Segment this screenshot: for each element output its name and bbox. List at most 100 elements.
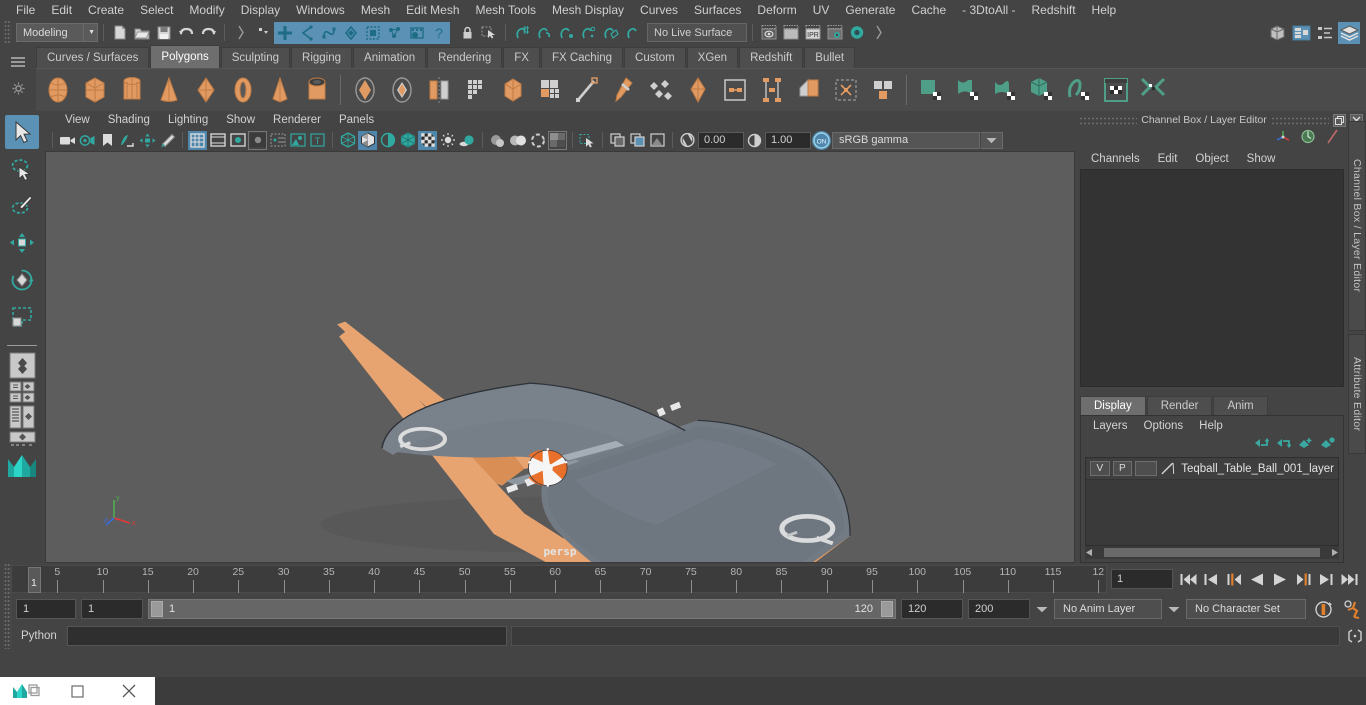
color-space-dropdown-arrow[interactable] — [981, 131, 1003, 149]
menu-item-redshift[interactable]: Redshift — [1024, 0, 1084, 20]
menu-item-curves[interactable]: Curves — [632, 0, 686, 20]
channel-box-body[interactable] — [1080, 169, 1344, 387]
single-perspective-view-icon[interactable] — [4, 352, 40, 379]
polygon-mirror-icon[interactable] — [680, 73, 715, 108]
polygon-plane-icon[interactable] — [188, 73, 223, 108]
viewport-menu-show[interactable]: Show — [217, 114, 264, 126]
polygon-smooth-icon[interactable] — [643, 73, 678, 108]
polygon-cone-icon[interactable] — [151, 73, 186, 108]
use-all-lights-icon[interactable] — [438, 131, 457, 150]
shelf-tab-rigging[interactable]: Rigging — [291, 47, 353, 68]
select-by-component-icon[interactable] — [318, 21, 340, 44]
menu-item-cache[interactable]: Cache — [903, 0, 954, 20]
save-scene-icon[interactable] — [153, 22, 175, 44]
menu-item-deform[interactable]: Deform — [749, 0, 804, 20]
attribute-editor-icon[interactable] — [1300, 129, 1316, 149]
menu-item-create[interactable]: Create — [80, 0, 132, 20]
menu-item-mesh-tools[interactable]: Mesh Tools — [468, 0, 544, 20]
select-template-icon[interactable] — [362, 21, 384, 44]
select-by-hierarchy-icon[interactable] — [274, 21, 296, 44]
hud-text-icon[interactable]: T — [308, 131, 327, 150]
select-joints-icon[interactable] — [384, 21, 406, 44]
render-sequence-icon[interactable] — [780, 22, 802, 44]
color-space-field[interactable]: sRGB gamma — [832, 131, 980, 149]
selection-mask-icon[interactable] — [478, 22, 500, 44]
polygon-cube-icon[interactable] — [77, 73, 112, 108]
snap-to-grid-icon[interactable] — [511, 22, 533, 44]
uv-sphere-icon[interactable] — [987, 73, 1022, 108]
camera-attributes-icon[interactable] — [78, 131, 97, 150]
menu-item-uv[interactable]: UV — [805, 0, 838, 20]
shelf-options-icon[interactable] — [12, 82, 25, 100]
resolution-gate-icon[interactable] — [228, 131, 247, 150]
channel-box-menu-object[interactable]: Object — [1186, 153, 1237, 165]
polygon-combine-icon[interactable] — [569, 73, 604, 108]
menu-item-surfaces[interactable]: Surfaces — [686, 0, 749, 20]
scrollbar-thumb[interactable] — [1104, 548, 1320, 557]
show-hide-channel-box-icon[interactable] — [1338, 21, 1360, 44]
move-layer-down-icon[interactable] — [1276, 436, 1292, 454]
uv-automatic-icon[interactable] — [1024, 73, 1059, 108]
go-to-end-icon[interactable] — [1340, 570, 1358, 588]
depth-of-field-icon[interactable] — [548, 130, 567, 150]
shelf-tab-fx[interactable]: FX — [503, 47, 540, 68]
polygon-prism-icon[interactable] — [262, 73, 297, 108]
layer-playback-toggle[interactable]: P — [1112, 461, 1133, 476]
command-input[interactable] — [66, 626, 507, 646]
polygon-bridge-icon[interactable] — [717, 73, 752, 108]
panel-grip-left[interactable] — [1079, 115, 1138, 125]
new-scene-icon[interactable] — [109, 22, 131, 44]
polygon-multi-cut-icon[interactable] — [865, 73, 900, 108]
menu-set-selector[interactable]: Modeling ▼ — [16, 23, 98, 42]
channel-box-menu-show[interactable]: Show — [1238, 153, 1285, 165]
layer-row[interactable]: V P Teqball_Table_Ball_001_layer — [1086, 458, 1338, 480]
sidebar-expand-icon[interactable] — [868, 22, 890, 44]
render-settings-icon[interactable] — [824, 22, 846, 44]
gate-mask-icon[interactable] — [248, 130, 267, 150]
layer-menu-options[interactable]: Options — [1136, 420, 1192, 432]
shelf-tab-polygons[interactable]: Polygons — [150, 45, 220, 68]
go-to-start-icon[interactable] — [1179, 570, 1197, 588]
exposure-icon[interactable] — [288, 131, 307, 150]
xray-icon[interactable] — [608, 131, 627, 150]
uv-editor-icon[interactable] — [1098, 73, 1133, 108]
viewport-menu-view[interactable]: View — [56, 114, 99, 126]
shelf-menu-icon[interactable] — [11, 56, 25, 67]
rotate-tool[interactable] — [5, 263, 39, 297]
polygon-bevel-icon[interactable] — [791, 73, 826, 108]
snap-to-curve-icon[interactable] — [533, 22, 555, 44]
ipr-render-icon[interactable]: IPR — [802, 22, 824, 44]
move-tool[interactable] — [5, 226, 39, 260]
channel-box-icon[interactable] — [1274, 129, 1292, 149]
menu-item-edit-mesh[interactable]: Edit Mesh — [398, 0, 467, 20]
smooth-shade-all-icon[interactable] — [378, 131, 397, 150]
polygon-soccer-ball-icon[interactable] — [384, 73, 419, 108]
current-frame-field[interactable]: 1 — [1111, 569, 1173, 589]
channel-box-menu-edit[interactable]: Edit — [1149, 153, 1187, 165]
uv-unfold-icon[interactable] — [1135, 73, 1170, 108]
layer-list-scrollbar[interactable] — [1085, 546, 1339, 559]
status-line-grip[interactable] — [4, 20, 11, 45]
shelf-tab-custom[interactable]: Custom — [624, 47, 686, 68]
step-forward-key-icon[interactable] — [1317, 570, 1335, 588]
gamma-icon[interactable] — [745, 131, 764, 150]
side-tab-attribute-editor[interactable]: Attribute Editor — [1348, 334, 1366, 454]
time-slider-track[interactable]: 1 5 10 15 20 25 30 35 40 45 50 55 60 65 70 75 80 85 90 95 1… — [11, 565, 1107, 593]
select-camera-icon[interactable] — [58, 131, 77, 150]
anim-end-field[interactable]: 200 — [968, 599, 1030, 619]
layer-menu-layers[interactable]: Layers — [1085, 420, 1136, 432]
shelf-tab-rendering[interactable]: Rendering — [427, 47, 503, 68]
polygon-extrude-icon[interactable] — [754, 73, 789, 108]
channel-box-menu-channels[interactable]: Channels — [1082, 153, 1149, 165]
range-start-field[interactable]: 1 — [81, 599, 143, 619]
polygon-platonic-icon[interactable] — [421, 73, 456, 108]
snap-to-view-plane-icon[interactable] — [599, 22, 621, 44]
live-surface-field[interactable]: No Live Surface — [647, 23, 747, 42]
auto-key-icon[interactable] — [1311, 600, 1335, 619]
menu-item-3dtoall[interactable]: - 3DtoAll - — [954, 0, 1023, 20]
isolate-select-icon[interactable] — [578, 131, 597, 150]
step-forward-frame-icon[interactable] — [1294, 570, 1312, 588]
anim-layer-selector[interactable]: No Anim Layer — [1054, 599, 1162, 619]
menu-item-generate[interactable]: Generate — [837, 0, 903, 20]
two-d-pan-zoom-icon[interactable] — [138, 131, 157, 150]
